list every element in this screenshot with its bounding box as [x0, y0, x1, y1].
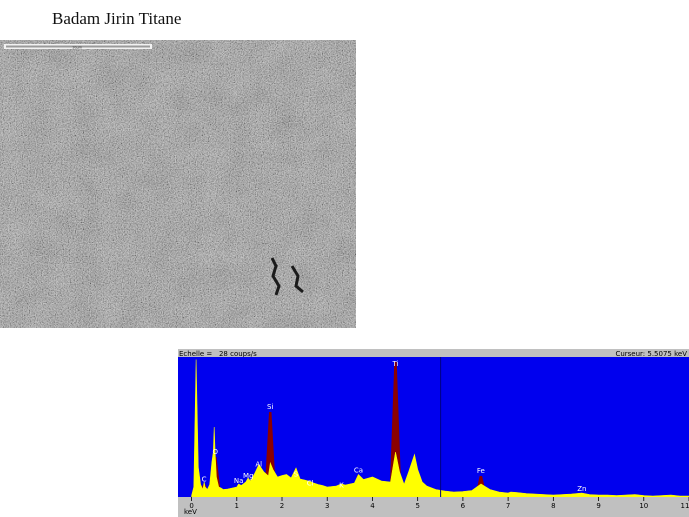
chart-header-cursor: Curseur: 5.5075 keV: [615, 350, 687, 358]
peak-label-c: C: [202, 476, 207, 484]
x-tick-label: 9: [596, 502, 600, 510]
x-tick-label: 1: [235, 502, 239, 510]
peak-label-fe: Fe: [477, 467, 485, 475]
x-tick-label: 4: [370, 502, 375, 510]
sem-grain-layer: [0, 40, 356, 328]
peak-label-al: Al: [255, 461, 262, 469]
x-tick-label: 6: [461, 502, 466, 510]
peak-label-ti: Ti: [392, 360, 399, 368]
peak-label-zn: Zn: [577, 485, 586, 493]
peak-label-ca: Ca: [354, 467, 363, 475]
peak-label-mg: Mg: [243, 472, 253, 480]
x-tick-label: 11: [681, 502, 689, 510]
chart-header-scale: Echelle = 28 coups/s: [179, 350, 257, 358]
peak-label-s: S: [294, 471, 299, 479]
x-tick-label: 7: [506, 502, 510, 510]
peak-label-o: O: [213, 448, 219, 456]
x-tick-label: 3: [325, 502, 329, 510]
x-tick-label: 2: [280, 502, 284, 510]
page-title: Badam Jirin Titane: [52, 9, 182, 28]
scale-bar-label: 10µm: [72, 46, 83, 50]
peak-label-k: K: [339, 482, 344, 490]
axis-strip: [178, 497, 689, 517]
sem-micrograph: 10µm: [0, 40, 356, 328]
peak-label-na: Na: [234, 477, 244, 485]
x-tick-label: 8: [551, 502, 555, 510]
eds-spectrum-chart: Echelle = 28 coups/s Curseur: 5.5075 keV…: [178, 349, 689, 517]
x-axis-label: keV: [184, 508, 197, 516]
peak-label-cl: Cl: [307, 480, 314, 488]
x-tick-label: 10: [639, 502, 648, 510]
x-tick-label: 5: [415, 502, 419, 510]
peak-label-si: Si: [267, 403, 273, 411]
